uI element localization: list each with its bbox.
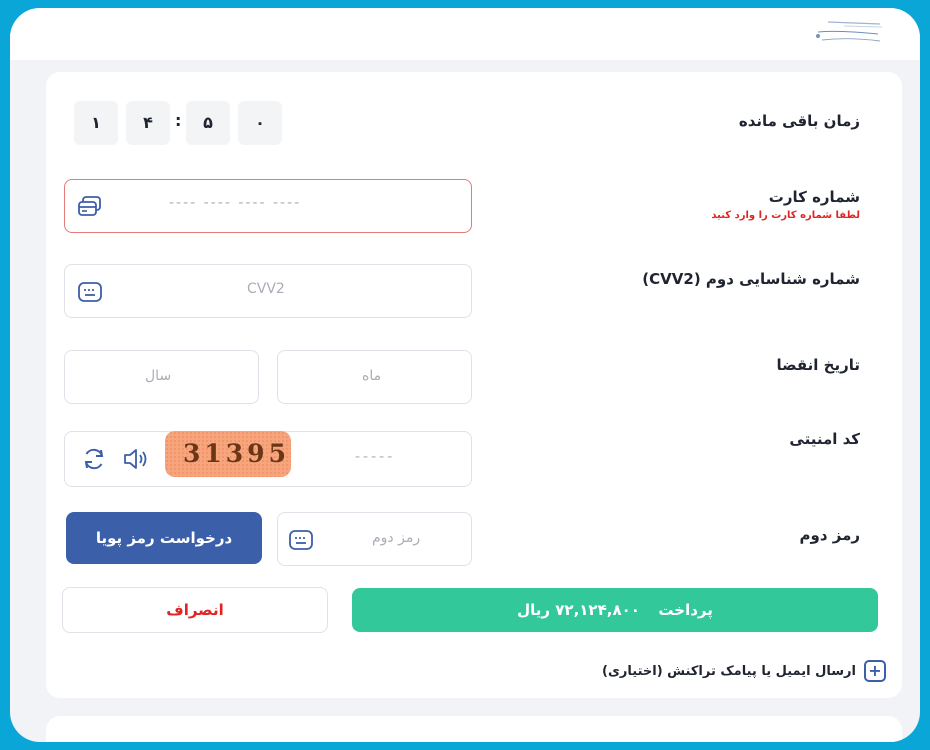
second-password-placeholder: رمز دوم <box>372 530 421 546</box>
refresh-icon[interactable] <box>81 446 107 472</box>
pay-amount: ۷۲,۱۲۴,۸۰۰ ریال <box>517 601 640 619</box>
cvv2-placeholder: CVV2 <box>247 281 285 297</box>
expiry-month-placeholder: ماه <box>362 368 382 384</box>
optional-notification-toggle[interactable]: + ارسال ایمیل یا پیامک تراکنش (اختیاری) <box>602 660 886 682</box>
captcha-placeholder: ----- <box>355 449 396 465</box>
request-otp-button[interactable]: درخواست رمز پویا <box>66 512 262 564</box>
second-password-input[interactable]: رمز دوم <box>277 512 472 566</box>
captcha-label: کد امنیتی <box>789 430 860 448</box>
timer-label: زمان باقی مانده <box>738 112 860 130</box>
timer-digit: ۴ <box>126 101 170 145</box>
card-number-placeholder: ---- ---- ---- ---- <box>169 195 302 211</box>
cards-icon <box>78 196 101 216</box>
expiry-year-input[interactable]: سال <box>64 350 259 404</box>
second-password-label: رمز دوم <box>799 526 861 544</box>
speaker-icon[interactable] <box>121 446 151 472</box>
expiry-year-placeholder: سال <box>145 368 172 384</box>
timer-separator: : <box>175 111 182 130</box>
timer-digit: ۰ <box>238 101 282 145</box>
captcha-image-text: 31395 <box>183 439 290 468</box>
card-number-label: شماره کارت <box>768 188 860 206</box>
header-strip <box>10 8 920 60</box>
timer-digit: ۱ <box>74 101 118 145</box>
keyboard-icon <box>289 530 313 550</box>
timer-digit: ۵ <box>186 101 230 145</box>
optional-notification-label: ارسال ایمیل یا پیامک تراکنش (اختیاری) <box>602 663 856 679</box>
cvv2-input[interactable]: CVV2 <box>64 264 472 318</box>
card-number-error: لطفا شماره کارت را وارد کنید <box>711 210 860 221</box>
expiry-month-input[interactable]: ماه <box>277 350 472 404</box>
footer-strip <box>46 716 902 742</box>
pay-button[interactable]: پرداخت ۷۲,۱۲۴,۸۰۰ ریال <box>352 588 878 632</box>
keyboard-icon <box>78 282 102 302</box>
payment-card: زمان باقی مانده ۰ ۵ : ۴ ۱ شماره کارت لطف… <box>46 72 902 698</box>
company-logo <box>816 21 883 42</box>
plus-icon: + <box>864 660 886 682</box>
cvv2-label: شماره شناسایی دوم (CVV2) <box>642 270 860 288</box>
payment-frame: زمان باقی مانده ۰ ۵ : ۴ ۱ شماره کارت لطف… <box>10 8 920 742</box>
expiry-label: تاریخ انقضا <box>776 356 860 374</box>
card-number-input[interactable]: ---- ---- ---- ---- <box>64 179 472 233</box>
pay-button-label: پرداخت <box>658 601 713 619</box>
captcha-image: 31395 <box>165 431 291 477</box>
cancel-button[interactable]: انصراف <box>62 587 328 633</box>
